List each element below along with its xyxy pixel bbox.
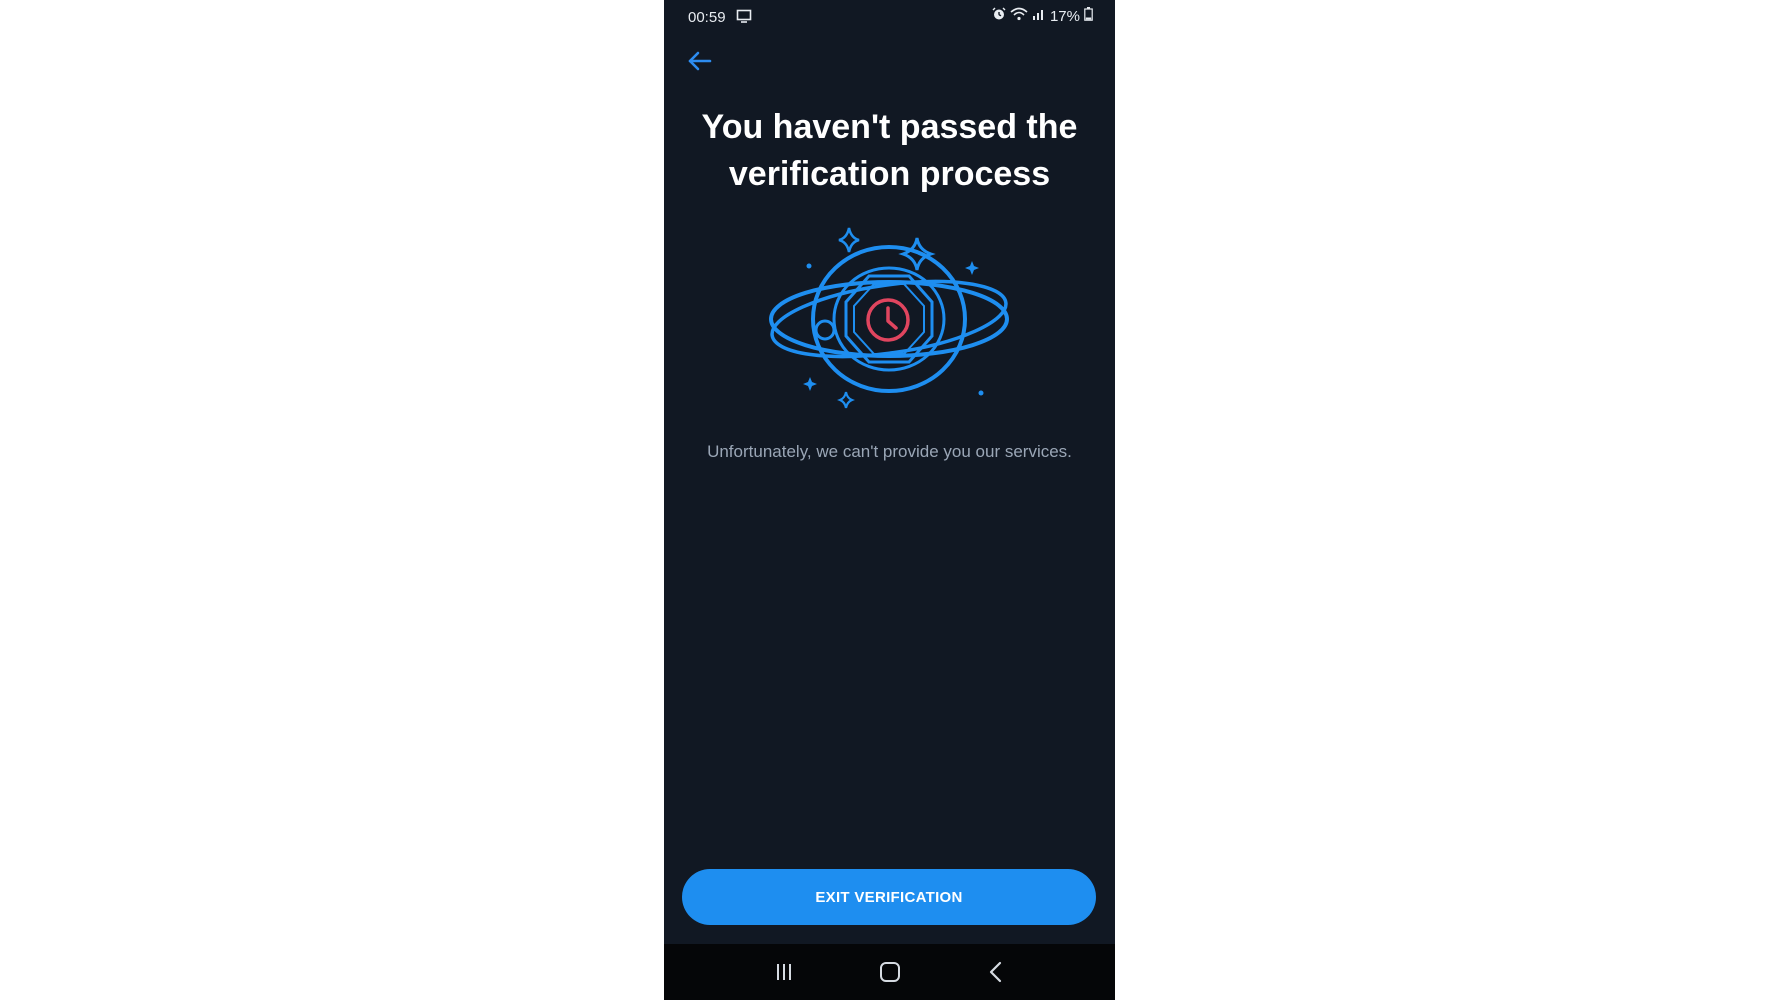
battery-icon [1084, 7, 1093, 25]
status-time: 00:59 [688, 9, 726, 26]
recent-apps-button[interactable] [764, 958, 804, 986]
recent-apps-icon [777, 964, 791, 980]
status-icons: 17% [992, 7, 1093, 25]
back-icon [989, 961, 1002, 983]
status-bar: 00:59 17% [664, 0, 1115, 34]
wifi-icon [1010, 7, 1028, 25]
back-button[interactable] [682, 47, 716, 77]
phone-screen: 00:59 17% You haven't passed the verific… [664, 0, 1115, 1000]
exit-verification-button[interactable]: EXIT VERIFICATION [682, 869, 1096, 925]
system-nav-bar [664, 944, 1115, 1000]
arrow-left-icon [688, 51, 712, 71]
home-button[interactable] [870, 958, 910, 986]
home-icon [880, 962, 900, 982]
screen-cast-icon [736, 8, 752, 28]
page-title: You haven't passed the verification proc… [701, 108, 1078, 193]
alarm-icon [992, 7, 1006, 25]
battery-label: 17% [1049, 7, 1080, 25]
system-back-button[interactable] [976, 958, 1016, 986]
info-message: Unfortunately, we can't provide you our … [707, 442, 1072, 461]
signal-icon [1032, 7, 1046, 25]
clock-planet-icon [764, 224, 1015, 419]
